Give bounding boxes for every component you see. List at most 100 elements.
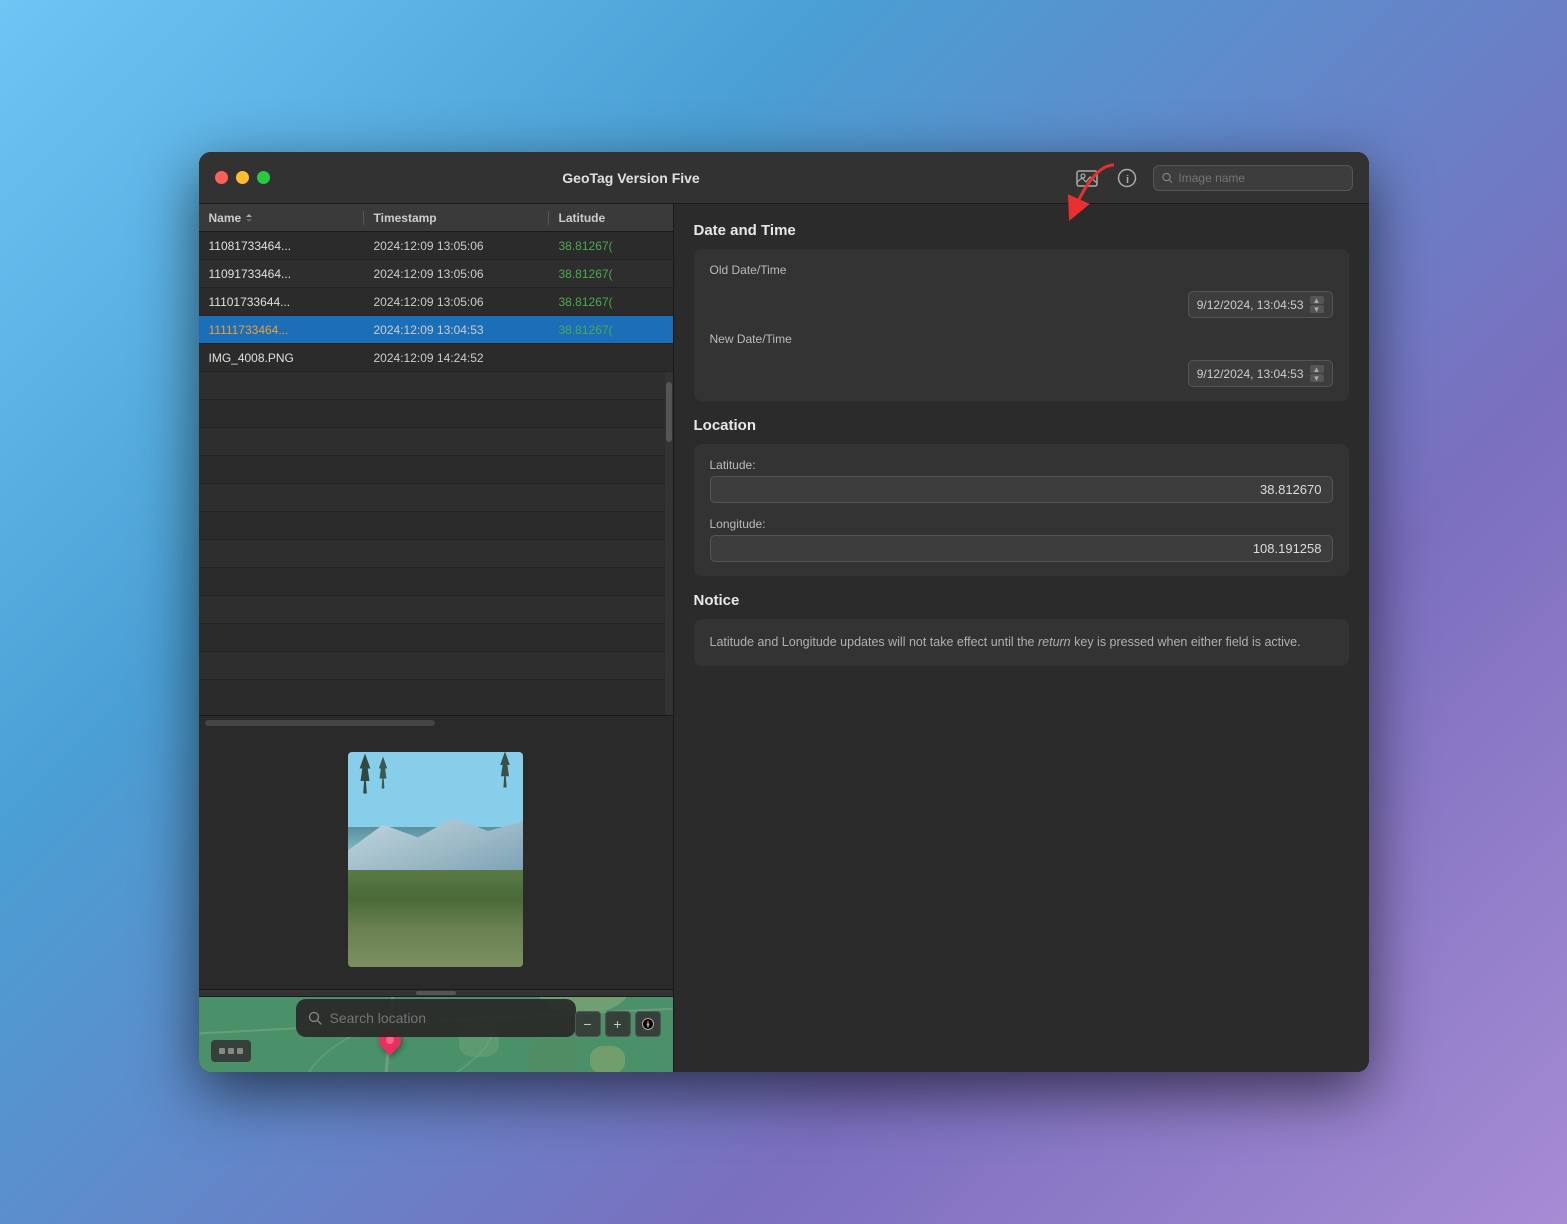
- longitude-input[interactable]: [710, 535, 1333, 562]
- stepper-down[interactable]: ▼: [1310, 305, 1324, 313]
- horizontal-scrollbar[interactable]: [199, 715, 673, 729]
- new-date-stepper[interactable]: ▲ ▼: [1310, 365, 1324, 382]
- stepper-up[interactable]: ▲: [1310, 296, 1324, 304]
- cell-name-2: 11101733644...: [199, 295, 364, 309]
- col-header-latitude[interactable]: Latitude: [549, 211, 673, 225]
- new-date-label: New Date/Time: [710, 332, 792, 346]
- map-search-bar[interactable]: [296, 999, 576, 1037]
- table-row[interactable]: 11081733464... 2024:12:09 13:05:06 38.81…: [199, 232, 673, 260]
- stepper-up[interactable]: ▲: [1310, 365, 1324, 373]
- mountain-photo: [348, 752, 523, 967]
- cell-timestamp-2: 2024:12:09 13:05:06: [364, 295, 549, 309]
- location-title: Location: [694, 417, 1349, 434]
- location-section: Location Latitude: Longitude:: [694, 417, 1349, 576]
- image-preview-area: − +: [199, 729, 673, 1072]
- latitude-label: Latitude:: [710, 458, 1333, 472]
- new-date-value: 9/12/2024, 13:04:53: [1197, 367, 1304, 381]
- map-search-icon: [308, 1011, 322, 1025]
- svg-text:i: i: [1126, 174, 1129, 186]
- latitude-field: Latitude:: [710, 458, 1333, 503]
- empty-row: [199, 484, 673, 512]
- table-header: Name Timestamp Latitude: [199, 204, 673, 232]
- titlebar: GeoTag Version Five i: [199, 152, 1369, 204]
- titlebar-controls: i: [1073, 164, 1353, 192]
- latitude-input[interactable]: [710, 476, 1333, 503]
- left-panel: Name Timestamp Latitude 11081733464... 2…: [199, 204, 674, 1072]
- panel-divider[interactable]: [199, 989, 673, 997]
- content-area: Name Timestamp Latitude 11081733464... 2…: [199, 204, 1369, 1072]
- zoom-out-button[interactable]: −: [575, 1011, 601, 1037]
- info-icon[interactable]: i: [1113, 164, 1141, 192]
- table-row-selected[interactable]: 11111733464... 2024:12:09 13:04:53 38.81…: [199, 316, 673, 344]
- notice-section: Notice Latitude and Longitude updates wi…: [694, 592, 1349, 666]
- zoom-in-button[interactable]: +: [605, 1011, 631, 1037]
- old-date-value: 9/12/2024, 13:04:53: [1197, 298, 1304, 312]
- grid-dot: [237, 1048, 243, 1054]
- compass-button[interactable]: [635, 1011, 661, 1037]
- col-header-timestamp[interactable]: Timestamp: [364, 211, 549, 225]
- empty-row: [199, 512, 673, 540]
- date-time-section: Date and Time Old Date/Time 9/12/2024, 1…: [694, 222, 1349, 401]
- new-date-field: New Date/Time: [710, 332, 1333, 350]
- photos-icon[interactable]: [1073, 164, 1101, 192]
- cell-name-0: 11081733464...: [199, 239, 364, 253]
- map-type-button[interactable]: [211, 1040, 251, 1062]
- stepper-down[interactable]: ▼: [1310, 374, 1324, 382]
- empty-row: [199, 400, 673, 428]
- empty-row: [199, 568, 673, 596]
- map-search-input[interactable]: [330, 1010, 564, 1026]
- cell-name-4: IMG_4008.PNG: [199, 351, 364, 365]
- scroll-track: [205, 720, 435, 726]
- longitude-field: Longitude:: [710, 517, 1333, 562]
- file-list-area: [199, 372, 673, 715]
- empty-row: [199, 456, 673, 484]
- table-row[interactable]: 11101733644... 2024:12:09 13:05:06 38.81…: [199, 288, 673, 316]
- date-time-card: Old Date/Time 9/12/2024, 13:04:53 ▲ ▼: [694, 249, 1349, 401]
- empty-row: [199, 596, 673, 624]
- grid-dot: [219, 1048, 225, 1054]
- image-preview: [199, 729, 673, 989]
- right-panel: Date and Time Old Date/Time 9/12/2024, 1…: [674, 204, 1369, 1072]
- cell-latitude-1: 38.81267(: [549, 267, 673, 281]
- date-time-title: Date and Time: [694, 222, 1349, 239]
- empty-row: [199, 624, 673, 652]
- cell-timestamp-4: 2024:12:09 14:24:52: [364, 351, 549, 365]
- image-name-input[interactable]: [1178, 171, 1343, 185]
- empty-rows: [199, 372, 673, 680]
- map-view[interactable]: − +: [199, 997, 673, 1072]
- vertical-scrollbar[interactable]: [665, 372, 673, 715]
- cell-timestamp-0: 2024:12:09 13:05:06: [364, 239, 549, 253]
- cell-latitude-3: 38.81267(: [549, 323, 673, 337]
- table-row[interactable]: IMG_4008.PNG 2024:12:09 14:24:52: [199, 344, 673, 372]
- cell-latitude-0: 38.81267(: [549, 239, 673, 253]
- old-date-field: Old Date/Time: [710, 263, 1333, 281]
- location-card: Latitude: Longitude:: [694, 444, 1349, 576]
- scroll-thumb: [666, 382, 672, 442]
- old-date-input[interactable]: 9/12/2024, 13:04:53 ▲ ▼: [1188, 291, 1333, 318]
- old-date-stepper[interactable]: ▲ ▼: [1310, 296, 1324, 313]
- window-title: GeoTag Version Five: [202, 170, 1061, 186]
- terrain-feature: [528, 1038, 578, 1072]
- notice-title: Notice: [694, 592, 1349, 609]
- col-header-name[interactable]: Name: [199, 211, 364, 225]
- cell-name-1: 11091733464...: [199, 267, 364, 281]
- cell-name-3: 11111733464...: [199, 323, 364, 337]
- cell-timestamp-1: 2024:12:09 13:05:06: [364, 267, 549, 281]
- file-table: Name Timestamp Latitude 11081733464... 2…: [199, 204, 673, 372]
- new-date-input[interactable]: 9/12/2024, 13:04:53 ▲ ▼: [1188, 360, 1333, 387]
- cell-timestamp-3: 2024:12:09 13:04:53: [364, 323, 549, 337]
- old-date-label: Old Date/Time: [710, 263, 787, 277]
- terrain-feature: [590, 1046, 625, 1072]
- table-row[interactable]: 11091733464... 2024:12:09 13:05:06 38.81…: [199, 260, 673, 288]
- map-controls: − +: [575, 1011, 661, 1037]
- longitude-label: Longitude:: [710, 517, 1333, 531]
- cell-latitude-2: 38.81267(: [549, 295, 673, 309]
- empty-row: [199, 428, 673, 456]
- divider-handle: [416, 991, 456, 995]
- notice-text: Latitude and Longitude updates will not …: [710, 633, 1333, 652]
- image-name-search[interactable]: [1153, 165, 1353, 191]
- notice-card: Latitude and Longitude updates will not …: [694, 619, 1349, 666]
- grid-dot: [228, 1048, 234, 1054]
- empty-row: [199, 540, 673, 568]
- empty-row: [199, 652, 673, 680]
